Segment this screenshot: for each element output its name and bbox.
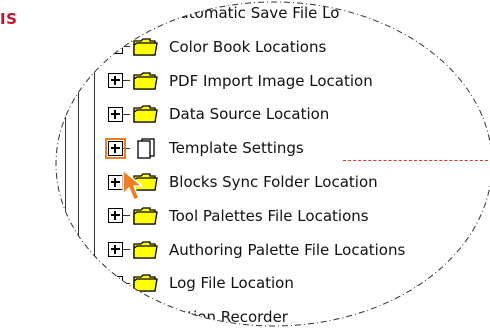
callout-leader-line [343,160,490,161]
zoomed-callout: IS Automatic Save File Lo Color Book Loc… [0,0,490,329]
pointer-cursor-icon [122,169,143,201]
zoom-ellipse-outline [55,1,490,327]
